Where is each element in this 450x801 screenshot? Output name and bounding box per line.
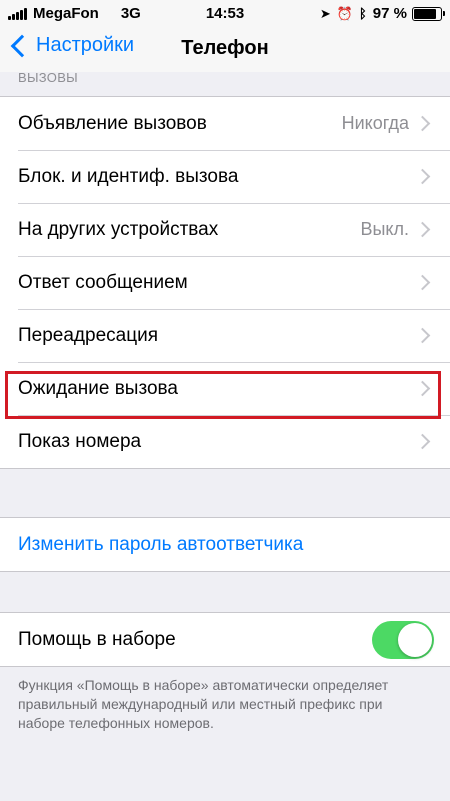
dial-assist-group: Помощь в наборе <box>0 612 450 667</box>
row-call-forwarding[interactable]: Переадресация <box>0 309 450 362</box>
chevron-right-icon <box>414 274 431 291</box>
row-label: Объявление вызовов <box>18 112 207 134</box>
row-respond-with-text[interactable]: Ответ сообщением <box>0 256 450 309</box>
battery-percent: 97 % <box>372 5 407 22</box>
row-value: Выкл. <box>360 219 409 239</box>
page-title: Телефон <box>181 37 269 59</box>
toggle-knob <box>398 622 432 657</box>
row-label: На других устройствах <box>18 218 219 240</box>
section-header-calls: ВЫЗОВЫ <box>18 70 78 85</box>
chevron-right-icon <box>414 115 431 132</box>
row-other-devices[interactable]: На других устройствах Выкл. <box>0 203 450 256</box>
row-label: Блок. и идентиф. вызова <box>18 165 239 187</box>
chevron-right-icon <box>414 433 431 450</box>
dial-assist-toggle[interactable] <box>372 620 434 659</box>
row-call-announcement[interactable]: Объявление вызовов Никогда <box>0 97 450 150</box>
highlight-box <box>5 371 441 419</box>
alarm-icon: ⏰ <box>336 5 353 21</box>
row-label: Ответ сообщением <box>18 271 188 293</box>
chevron-right-icon <box>414 221 431 238</box>
row-value: Никогда <box>341 113 409 133</box>
row-label: Показ номера <box>18 430 142 452</box>
bluetooth-icon: ᛒ <box>358 6 367 21</box>
row-label: Переадресация <box>18 324 158 346</box>
row-label: Помощь в наборе <box>18 628 176 650</box>
change-voicemail-password-link[interactable]: Изменить пароль автоответчика <box>0 518 450 571</box>
voicemail-group: Изменить пароль автоответчика <box>0 517 450 572</box>
chevron-right-icon <box>414 168 431 185</box>
row-show-caller-id[interactable]: Показ номера <box>0 415 450 468</box>
battery-icon <box>412 6 445 21</box>
location-arrow-icon: ➤ <box>319 5 331 21</box>
chevron-right-icon <box>414 327 431 344</box>
dial-assist-description: Функция «Помощь в наборе» автоматически … <box>18 677 389 731</box>
navigation-bar: Настройки Телефон <box>0 28 450 72</box>
battery-fill <box>414 8 436 19</box>
status-bar: MegaFon 3G 14:53 ➤ ⏰ ᛒ 97 % <box>0 0 450 28</box>
row-label: Изменить пароль автоответчика <box>18 533 304 555</box>
row-dial-assist: Помощь в наборе <box>0 613 450 666</box>
row-call-blocking[interactable]: Блок. и идентиф. вызова <box>0 150 450 203</box>
